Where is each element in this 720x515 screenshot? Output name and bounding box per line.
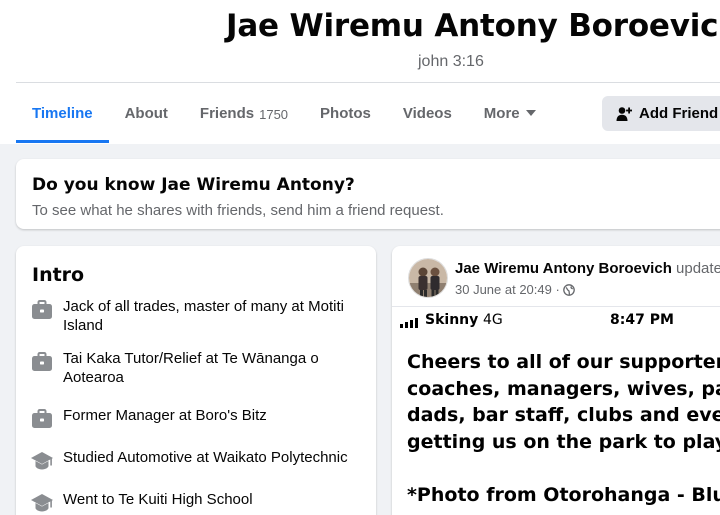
caret-down-icon xyxy=(525,110,536,116)
post-author-name-link[interactable]: Jae Wiremu Antony Boroevich xyxy=(455,260,672,277)
graduation-cap-icon xyxy=(31,494,53,512)
tab-about[interactable]: About xyxy=(109,83,184,143)
briefcase-icon xyxy=(32,300,52,319)
post-meta: 30 June at 20:49 · xyxy=(455,282,575,297)
tab-timeline-label: Timeline xyxy=(32,104,93,122)
tab-timeline[interactable]: Timeline xyxy=(16,83,109,143)
intro-item-prefix: Former Manager at xyxy=(63,407,196,424)
tab-friends[interactable]: Friends 1750 xyxy=(184,83,304,143)
avatar[interactable] xyxy=(408,258,448,298)
add-friend-button[interactable]: Add Friend xyxy=(602,96,720,131)
friend-request-card: Do you know Jae Wiremu Antony? To see wh… xyxy=(16,159,720,229)
graduation-cap-icon xyxy=(31,452,53,470)
briefcase-icon xyxy=(32,352,52,371)
intro-item-work: Tai Kaka Tutor/Relief at Te Wānanga o Ao… xyxy=(30,349,360,387)
post-author: Jae Wiremu Antony Boroevich updated xyxy=(455,260,720,277)
avatar-photo xyxy=(409,259,447,297)
tab-more[interactable]: More xyxy=(468,83,552,143)
tab-more-label: More xyxy=(483,104,520,122)
intro-item-place-link[interactable]: Te Kuiti High School xyxy=(118,491,252,508)
carrier-name: Skinny xyxy=(425,312,479,328)
intro-item-work: Jack of all trades, master of many at Mo… xyxy=(30,297,360,335)
post-image-line: getting us on the park to play th xyxy=(407,430,720,453)
post-timestamp-link[interactable]: 30 June at 20:49 · xyxy=(455,282,560,297)
intro-item-prefix: Studied Automotive at xyxy=(63,449,214,466)
intro-item-place-link[interactable]: Boro's Bitz xyxy=(196,407,267,424)
friend-request-subtitle: To see what he shares with friends, send… xyxy=(32,202,444,219)
profile-name: Jae Wiremu Antony Boroevich xyxy=(226,8,720,44)
intro-item-education: Went to Te Kuiti High School xyxy=(30,490,360,515)
tab-videos[interactable]: Videos xyxy=(387,83,468,143)
post-image-line: Cheers to all of our supporters, t xyxy=(407,351,720,373)
post-image-line: coaches, managers, wives, part xyxy=(407,377,720,400)
tab-friends-label: Friends xyxy=(199,104,255,122)
intro-item-place-link[interactable]: Waikato Polytechnic xyxy=(213,449,348,466)
friend-request-title: Do you know Jae Wiremu Antony? xyxy=(32,175,355,195)
phone-status-bar: Skinny 4G 8:47 PM xyxy=(400,312,720,332)
briefcase-icon xyxy=(32,409,52,428)
network-type: 4G xyxy=(483,312,503,328)
intro-item-work: Former Manager at Boro's Bitz xyxy=(30,406,360,431)
tab-photos[interactable]: Photos xyxy=(304,83,387,143)
add-friend-label: Add Friend xyxy=(639,105,719,122)
profile-header: Jae Wiremu Antony Boroevich john 3:16 Ti… xyxy=(0,0,720,144)
intro-item-prefix: Tai Kaka Tutor/Relief at xyxy=(63,350,222,367)
intro-item-prefix: Went to xyxy=(63,491,119,508)
timeline-post: Jae Wiremu Antony Boroevich updated 30 J… xyxy=(392,246,720,515)
tab-videos-label: Videos xyxy=(402,104,452,122)
tab-about-label: About xyxy=(124,104,168,122)
intro-card: Intro Jack of all trades, master of many… xyxy=(16,246,376,515)
intro-item-text: Former Manager at Boro's Bitz xyxy=(63,406,267,431)
profile-bio: john 3:16 xyxy=(418,53,484,70)
post-image-text: Cheers to all of our supporters, t coach… xyxy=(407,349,720,455)
profile-tabs: Timeline About Friends 1750 Photos Video… xyxy=(16,83,552,143)
friends-count: 1750 xyxy=(259,107,289,122)
intro-item-text: Tai Kaka Tutor/Relief at Te Wānanga o Ao… xyxy=(63,349,360,387)
post-image[interactable]: Skinny 4G 8:47 PM Cheers to all of our s… xyxy=(392,306,720,515)
intro-item-text: Studied Automotive at Waikato Polytechni… xyxy=(63,448,348,473)
post-image-caption: *Photo from Otorohanga - Blue I xyxy=(407,484,720,506)
tab-photos-label: Photos xyxy=(320,104,371,122)
intro-item-text: Went to Te Kuiti High School xyxy=(63,490,253,515)
add-person-icon xyxy=(616,106,632,121)
phone-clock: 8:47 PM xyxy=(610,312,674,328)
post-action: updated xyxy=(676,260,720,277)
intro-title: Intro xyxy=(32,264,85,286)
post-image-line: dads, bar staff, clubs and everye xyxy=(407,404,720,426)
intro-item-education: Studied Automotive at Waikato Polytechni… xyxy=(30,448,360,473)
intro-item-text: Jack of all trades, master of many at Mo… xyxy=(63,297,360,335)
globe-icon xyxy=(562,283,575,296)
signal-bars-icon xyxy=(400,318,418,328)
intro-item-prefix: Jack of all trades, master of many at xyxy=(63,298,309,315)
